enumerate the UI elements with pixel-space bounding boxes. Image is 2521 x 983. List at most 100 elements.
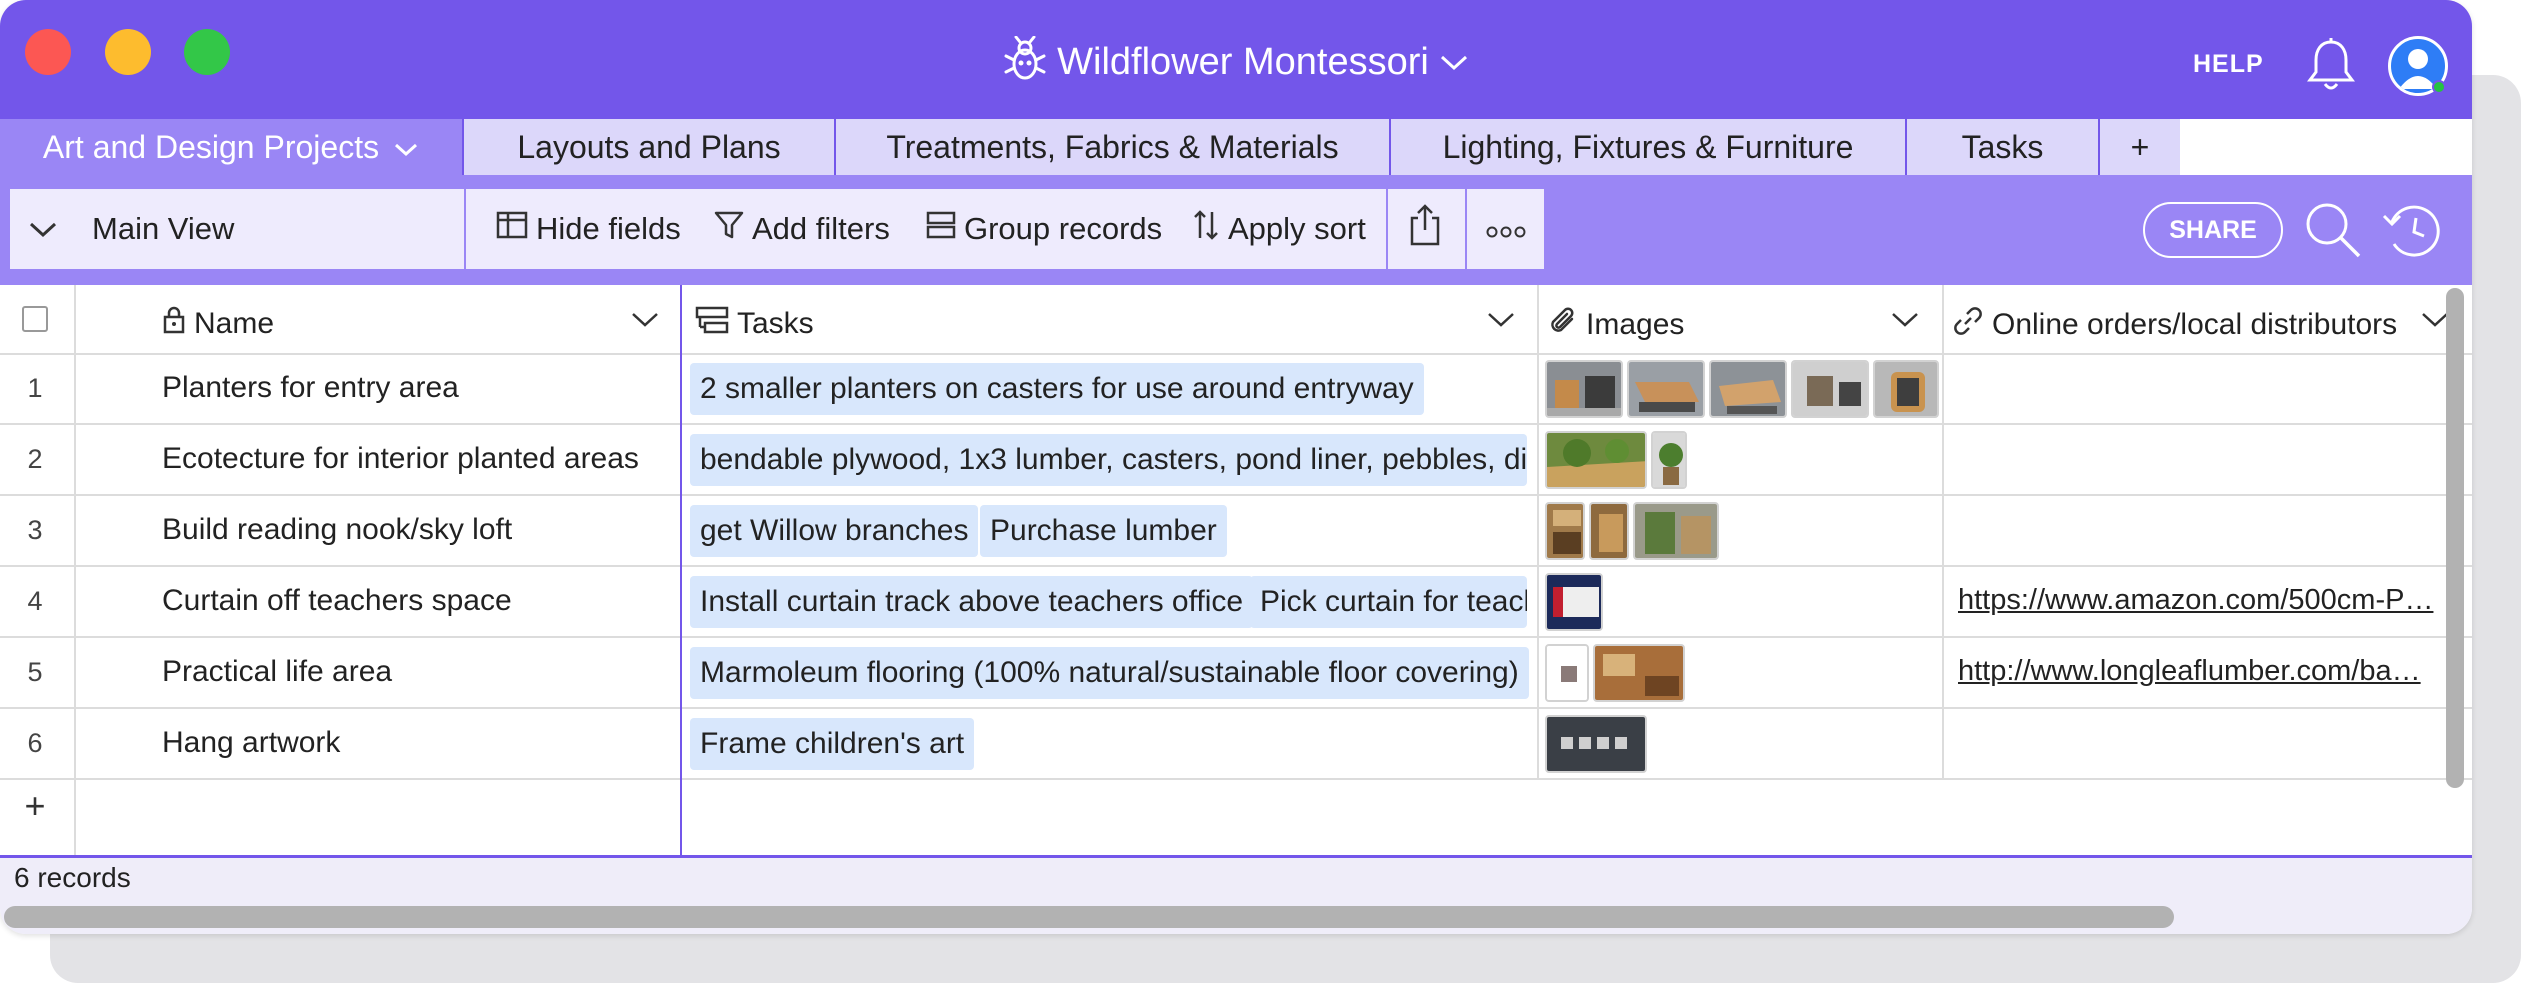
view-switcher[interactable]: Main View bbox=[28, 189, 234, 269]
image-thumbnail[interactable] bbox=[1627, 360, 1705, 418]
image-thumbnail[interactable] bbox=[1545, 644, 1589, 702]
task-chip[interactable]: Purchase lumber bbox=[980, 505, 1227, 557]
record-name: Curtain off teachers space bbox=[162, 584, 512, 617]
row-number: 2 bbox=[27, 444, 43, 474]
divider bbox=[0, 494, 2472, 496]
image-thumbnail[interactable] bbox=[1545, 360, 1623, 418]
chevron-down-icon bbox=[28, 211, 66, 247]
column-header-tasks[interactable]: Tasks bbox=[695, 305, 814, 343]
tab-layouts-and-plans[interactable]: Layouts and Plans bbox=[464, 119, 836, 175]
vertical-scrollbar[interactable] bbox=[2446, 288, 2464, 788]
record-name: Planters for entry area bbox=[162, 371, 459, 404]
divider bbox=[1465, 189, 1467, 269]
tab-lighting-fixtures-furniture[interactable]: Lighting, Fixtures & Furniture bbox=[1391, 119, 1907, 175]
base-title[interactable]: Wildflower Montessori bbox=[0, 35, 2472, 92]
tab-art-and-design-projects[interactable]: Art and Design Projects bbox=[0, 119, 464, 175]
tab-treatments-fabrics-materials[interactable]: Treatments, Fabrics & Materials bbox=[836, 119, 1391, 175]
record-name: Hang artwork bbox=[162, 726, 341, 759]
tab-tasks[interactable]: Tasks bbox=[1907, 119, 2100, 175]
filter-icon bbox=[714, 210, 752, 248]
chevron-down-icon[interactable] bbox=[1890, 311, 1920, 334]
hide-fields-label: Hide fields bbox=[536, 211, 681, 246]
divider bbox=[0, 423, 2472, 425]
divider bbox=[1942, 285, 1944, 778]
column-header-images[interactable]: Images bbox=[1548, 305, 1684, 345]
tab-label: Layouts and Plans bbox=[517, 128, 781, 165]
task-chip[interactable]: Install curtain track above teachers off… bbox=[690, 576, 1254, 628]
image-thumbnail[interactable] bbox=[1589, 502, 1629, 560]
row-number: 4 bbox=[27, 586, 43, 616]
group-icon bbox=[926, 210, 964, 248]
export-button[interactable] bbox=[1408, 189, 1450, 269]
title-bar: Wildflower Montessori HELP bbox=[0, 0, 2472, 119]
add-table-button[interactable]: + bbox=[2100, 119, 2180, 175]
horizontal-scrollbar[interactable] bbox=[4, 906, 2174, 928]
image-thumbnail[interactable] bbox=[1545, 502, 1585, 560]
distributor-link[interactable]: https://www.amazon.com/500cm-P… bbox=[1958, 584, 2433, 617]
image-thumbnail[interactable] bbox=[1593, 644, 1685, 702]
apply-sort-button[interactable]: Apply sort bbox=[1192, 189, 1366, 269]
paperclip-icon bbox=[1548, 305, 1586, 345]
image-thumbnail[interactable] bbox=[1545, 573, 1603, 631]
image-thumbnail[interactable] bbox=[1651, 431, 1687, 489]
task-chip[interactable]: 2 smaller planters on casters for use ar… bbox=[690, 363, 1424, 415]
image-thumbnail[interactable] bbox=[1633, 502, 1719, 560]
column-label: Tasks bbox=[737, 307, 814, 340]
online-status-dot bbox=[2432, 80, 2446, 94]
chevron-down-icon bbox=[393, 129, 419, 166]
group-records-button[interactable]: Group records bbox=[926, 189, 1162, 269]
table-tabs: Art and Design Projects Layouts and Plan… bbox=[0, 119, 2472, 175]
task-chip[interactable]: bendable plywood, 1x3 lumber, casters, p… bbox=[690, 434, 1527, 486]
task-chip[interactable]: Pick curtain for teacl bbox=[1250, 576, 1527, 628]
add-filters-label: Add filters bbox=[752, 211, 890, 246]
select-all-checkbox[interactable] bbox=[22, 306, 48, 332]
record-count: 6 records bbox=[14, 862, 131, 893]
task-chip[interactable]: get Willow branches bbox=[690, 505, 979, 557]
tab-label: Art and Design Projects bbox=[42, 128, 380, 165]
history-icon[interactable] bbox=[2380, 200, 2442, 265]
task-chip[interactable]: Marmoleum flooring (100% natural/sustain… bbox=[690, 647, 1529, 699]
record-name: Ecotecture for interior planted areas bbox=[162, 442, 639, 475]
divider bbox=[0, 565, 2472, 567]
app-window: Wildflower Montessori HELP Art and Desig… bbox=[0, 0, 2472, 934]
row-number: 3 bbox=[27, 515, 43, 545]
image-thumbnail[interactable] bbox=[1791, 360, 1869, 418]
divider bbox=[0, 353, 2472, 355]
column-label: Images bbox=[1586, 308, 1685, 341]
add-record-button[interactable]: + bbox=[0, 785, 70, 827]
group-records-label: Group records bbox=[964, 211, 1163, 246]
hide-fields-button[interactable]: Hide fields bbox=[496, 189, 681, 269]
chevron-down-icon[interactable] bbox=[630, 311, 660, 334]
image-thumbnail[interactable] bbox=[1873, 360, 1939, 418]
chevron-down-icon[interactable] bbox=[1486, 311, 1516, 334]
record-name: Practical life area bbox=[162, 655, 393, 688]
bell-icon[interactable] bbox=[2305, 36, 2357, 97]
row-number: 5 bbox=[27, 657, 43, 687]
add-filters-button[interactable]: Add filters bbox=[714, 189, 890, 269]
link-icon bbox=[1952, 305, 1992, 345]
help-button[interactable]: HELP bbox=[2193, 50, 2264, 79]
view-name: Main View bbox=[92, 211, 235, 246]
tab-label: Lighting, Fixtures & Furniture bbox=[1442, 128, 1854, 165]
column-label: Online orders/local distributors bbox=[1992, 308, 2398, 341]
image-thumbnail[interactable] bbox=[1545, 431, 1647, 489]
distributor-link[interactable]: http://www.longleaflumber.com/ba… bbox=[1958, 655, 2421, 688]
tab-label: Treatments, Fabrics & Materials bbox=[886, 128, 1339, 165]
lock-icon bbox=[162, 305, 194, 343]
divider bbox=[74, 285, 76, 855]
more-icon bbox=[1486, 211, 1534, 247]
base-title-text: Wildflower Montessori bbox=[1057, 41, 1429, 83]
bug-icon bbox=[1003, 35, 1047, 92]
column-header-name[interactable]: Name bbox=[162, 305, 274, 343]
task-chip[interactable]: Frame children's art bbox=[690, 718, 975, 770]
tab-label: Tasks bbox=[1961, 128, 2044, 165]
image-thumbnail[interactable] bbox=[1545, 715, 1647, 773]
divider bbox=[1386, 189, 1388, 269]
more-options-button[interactable] bbox=[1486, 189, 1534, 269]
share-button[interactable]: SHARE bbox=[2143, 202, 2283, 258]
column-header-online-orders[interactable]: Online orders/local distributors bbox=[1952, 305, 2397, 345]
column-label: Name bbox=[194, 307, 275, 340]
image-thumbnail[interactable] bbox=[1709, 360, 1787, 418]
row-number: 6 bbox=[27, 728, 43, 758]
search-icon[interactable] bbox=[2303, 200, 2363, 265]
